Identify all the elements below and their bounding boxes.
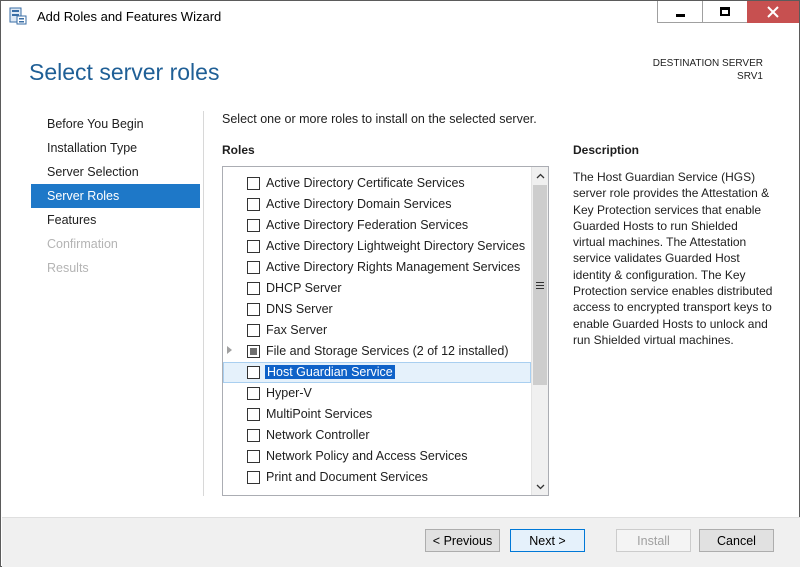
maximize-icon	[720, 7, 730, 16]
scroll-down-button[interactable]	[532, 478, 548, 495]
previous-button[interactable]: < Previous	[425, 529, 500, 552]
role-label: Active Directory Certificate Services	[266, 176, 465, 190]
next-button[interactable]: Next >	[510, 529, 585, 552]
role-checkbox[interactable]	[247, 198, 260, 211]
role-label: Active Directory Lightweight Directory S…	[266, 239, 526, 253]
role-checkbox[interactable]	[247, 303, 260, 316]
role-label: Print and Document Services	[266, 470, 428, 484]
list-item[interactable]: Hyper-V	[223, 383, 531, 404]
roles-list[interactable]: Active Directory Certificate Services Ac…	[222, 166, 549, 496]
grip-icon	[536, 282, 544, 289]
maximize-button[interactable]	[702, 1, 748, 23]
cancel-button[interactable]: Cancel	[699, 529, 774, 552]
chevron-up-icon	[536, 173, 544, 178]
role-checkbox[interactable]	[247, 450, 260, 463]
list-item[interactable]: Active Directory Federation Services	[223, 215, 531, 236]
nav-item-server-selection[interactable]: Server Selection	[31, 160, 200, 184]
close-icon	[767, 5, 779, 18]
role-label: Network Controller	[266, 428, 370, 442]
minimize-icon	[675, 13, 685, 17]
role-checkbox[interactable]	[247, 366, 260, 379]
list-item[interactable]: Active Directory Rights Management Servi…	[223, 257, 531, 278]
list-item[interactable]: DNS Server	[223, 299, 531, 320]
window-title: Add Roles and Features Wizard	[37, 9, 222, 24]
role-checkbox[interactable]	[247, 429, 260, 442]
roles-scrollbar[interactable]	[531, 167, 548, 495]
role-label: DNS Server	[266, 302, 333, 316]
roles-heading: Roles	[222, 143, 255, 157]
role-checkbox[interactable]	[247, 324, 260, 337]
list-item[interactable]: Network Controller	[223, 425, 531, 446]
role-checkbox[interactable]	[247, 471, 260, 484]
role-label: Network Policy and Access Services	[266, 449, 468, 463]
scroll-thumb[interactable]	[533, 185, 547, 385]
role-label: Active Directory Federation Services	[266, 218, 469, 232]
nav-item-confirmation: Confirmation	[47, 237, 118, 251]
list-item[interactable]: Print and Document Services	[223, 467, 531, 488]
nav-item-before-you-begin[interactable]: Before You Begin	[31, 112, 200, 136]
role-label: Hyper-V	[266, 386, 312, 400]
list-item[interactable]: File and Storage Services (2 of 12 insta…	[223, 341, 531, 362]
role-label: Fax Server	[266, 323, 328, 337]
nav-item-installation-type[interactable]: Installation Type	[31, 136, 200, 160]
wizard-header: Select server roles DESTINATION SERVER S…	[9, 32, 791, 104]
wizard-footer: < Previous Next > Install Cancel	[2, 517, 800, 567]
role-label: Host Guardian Service	[265, 365, 395, 379]
wizard-window: Add Roles and Features Wizard Select ser…	[0, 0, 800, 567]
role-checkbox[interactable]	[247, 219, 260, 232]
list-item[interactable]: Active Directory Certificate Services	[223, 173, 531, 194]
server-manager-icon	[9, 7, 27, 25]
title-bar[interactable]: Add Roles and Features Wizard	[1, 1, 799, 31]
role-checkbox[interactable]	[247, 177, 260, 190]
install-button: Install	[616, 529, 691, 552]
nav-item-features[interactable]: Features	[31, 208, 200, 232]
list-item-selected[interactable]: Host Guardian Service	[223, 362, 531, 383]
role-label: DHCP Server	[266, 281, 342, 295]
role-label: Active Directory Domain Services	[266, 197, 452, 211]
list-item[interactable]: Active Directory Domain Services	[223, 194, 531, 215]
role-checkbox[interactable]	[247, 345, 260, 358]
list-item[interactable]: Active Directory Lightweight Directory S…	[223, 236, 531, 257]
role-checkbox[interactable]	[247, 408, 260, 421]
role-checkbox[interactable]	[247, 282, 260, 295]
list-item[interactable]: MultiPoint Services	[223, 404, 531, 425]
scroll-up-button[interactable]	[532, 167, 548, 184]
instruction-text: Select one or more roles to install on t…	[222, 112, 537, 126]
role-label: MultiPoint Services	[266, 407, 373, 421]
chevron-down-icon	[536, 484, 544, 489]
role-checkbox[interactable]	[247, 387, 260, 400]
list-item[interactable]: Network Policy and Access Services	[223, 446, 531, 467]
destination-value: SRV1	[737, 71, 763, 82]
list-item[interactable]: DHCP Server	[223, 278, 531, 299]
role-checkbox[interactable]	[247, 261, 260, 274]
role-label: Active Directory Rights Management Servi…	[266, 260, 521, 274]
nav-item-results: Results	[47, 261, 89, 275]
destination-label: DESTINATION SERVER	[652, 58, 763, 69]
minimize-button[interactable]	[657, 1, 703, 23]
description-text: The Host Guardian Service (HGS) server r…	[573, 170, 773, 347]
destination-server: DESTINATION SERVER SRV1	[653, 57, 763, 83]
list-item[interactable]: Fax Server	[223, 320, 531, 341]
page-title: Select server roles	[29, 59, 220, 85]
description-heading: Description	[573, 143, 640, 157]
role-label: File and Storage Services (2 of 12 insta…	[266, 344, 509, 358]
nav-divider	[203, 111, 204, 496]
wizard-nav: Before You Begin Installation Type Serve…	[31, 112, 200, 280]
close-button[interactable]	[747, 1, 799, 23]
expand-arrow-icon[interactable]	[227, 346, 232, 354]
role-checkbox[interactable]	[247, 240, 260, 253]
nav-item-server-roles[interactable]: Server Roles	[31, 184, 200, 208]
